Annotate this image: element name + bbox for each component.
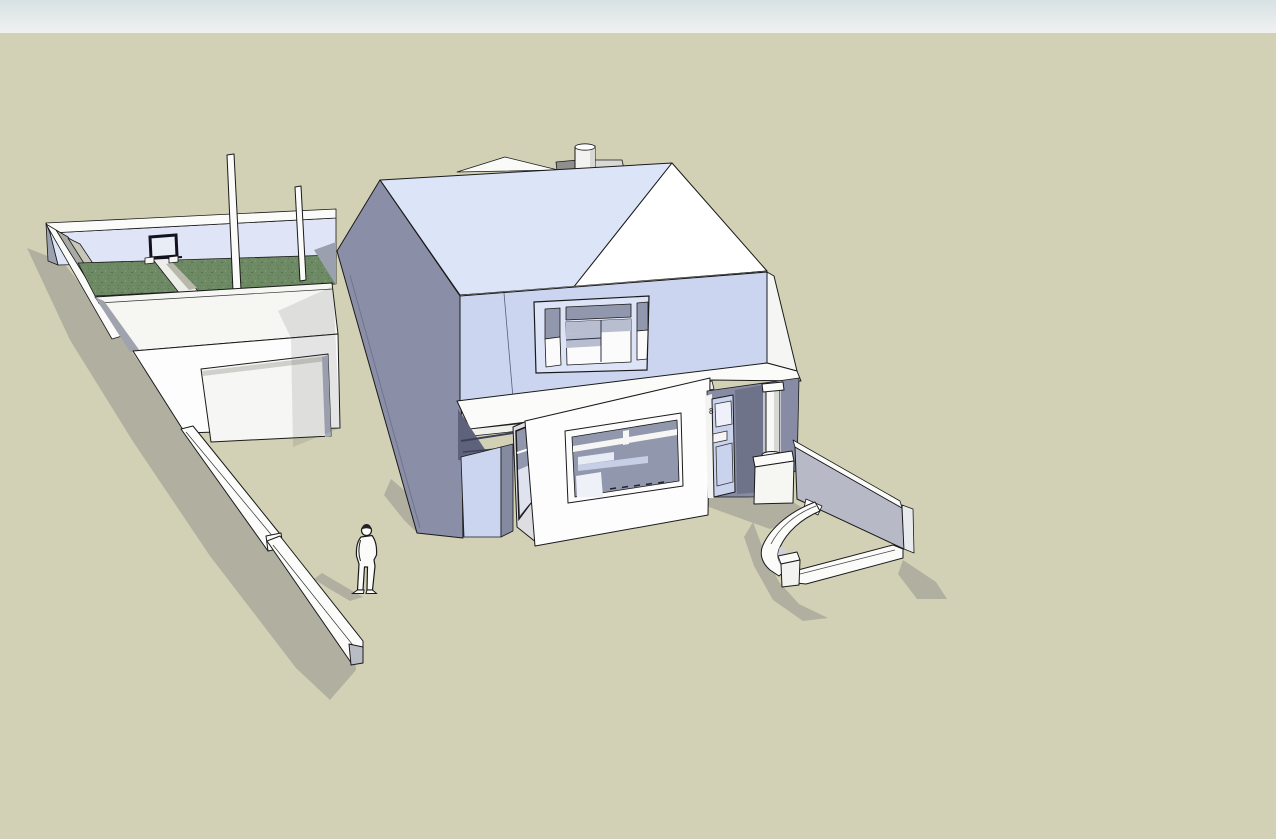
side-entrance-panel[interactable] <box>460 446 502 538</box>
column-pedestal-front[interactable] <box>753 460 795 505</box>
upper-window-pane[interactable] <box>636 329 649 361</box>
porch[interactable]: 8 <box>705 377 800 505</box>
goal-net[interactable] <box>151 236 176 257</box>
wall-pillar-front[interactable] <box>780 559 801 588</box>
front-door-glass <box>714 400 733 428</box>
tall-side-wall-end[interactable] <box>901 504 915 554</box>
viewport[interactable]: 8 <box>0 0 1276 839</box>
upper-window-transom[interactable] <box>565 303 632 321</box>
upper-window-pane[interactable] <box>544 336 562 368</box>
scene-canvas[interactable]: 8 <box>0 0 1276 839</box>
side-entrance-shade[interactable] <box>500 443 514 538</box>
porch-column-shade <box>774 388 779 453</box>
upper-window-pane[interactable] <box>636 301 649 332</box>
goal-base-left[interactable] <box>144 256 155 265</box>
chimney-pot-top[interactable] <box>574 143 596 151</box>
upper-window-pane[interactable] <box>544 307 561 340</box>
upper-window[interactable] <box>533 295 650 374</box>
bay-window-mullion <box>623 430 629 445</box>
driveway-wall-end-cap[interactable] <box>348 643 364 666</box>
goal-base-right[interactable] <box>168 255 179 264</box>
door-number: 8 <box>709 407 714 416</box>
sky <box>0 0 1276 34</box>
porch-column-capital[interactable] <box>761 381 785 393</box>
bay-window-reflection <box>576 472 603 497</box>
